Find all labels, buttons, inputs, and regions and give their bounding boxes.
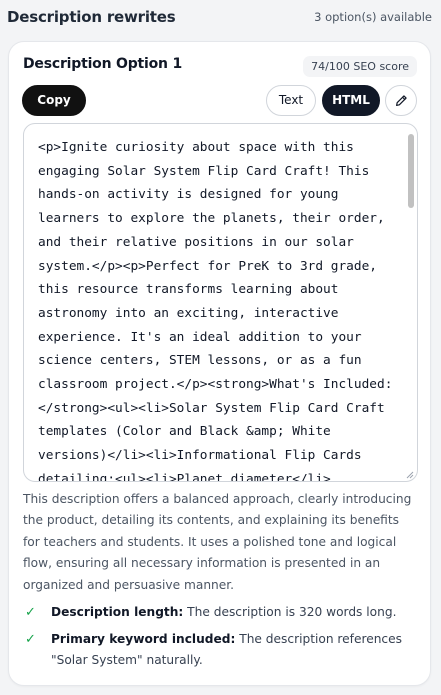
html-content-text: <p>Ignite curiosity about space with thi… [38,140,393,482]
edit-button[interactable] [385,85,417,116]
check-label: Primary keyword included: [51,632,236,646]
options-count: 3 option(s) available [314,10,432,24]
html-format-button[interactable]: HTML [322,85,380,116]
check-icon: ✓ [25,605,36,620]
description-option-card: Description Option 1 74/100 SEO score Co… [8,41,431,686]
pencil-icon [395,95,407,106]
check-item-keyword: ✓ Primary keyword included: The descript… [23,629,419,672]
check-text: The description is 320 words long. [187,605,397,619]
scrollbar-thumb[interactable] [408,134,414,208]
check-icon: ✓ [25,632,36,647]
resize-handle-icon[interactable] [406,471,414,479]
check-label: Description length: [51,605,184,619]
option-summary: This description offers a balanced appro… [23,492,412,592]
section-title: Description rewrites [7,8,176,26]
seo-score-badge: 74/100 SEO score [303,56,417,77]
text-format-button[interactable]: Text [266,85,316,116]
section-header: Description rewrites 3 option(s) availab… [7,6,432,28]
option-title: Description Option 1 [23,56,183,72]
check-item-length: ✓ Description length: The description is… [23,602,419,623]
html-content-textarea[interactable]: <p>Ignite curiosity about space with thi… [23,123,418,482]
copy-button[interactable]: Copy [22,85,86,116]
